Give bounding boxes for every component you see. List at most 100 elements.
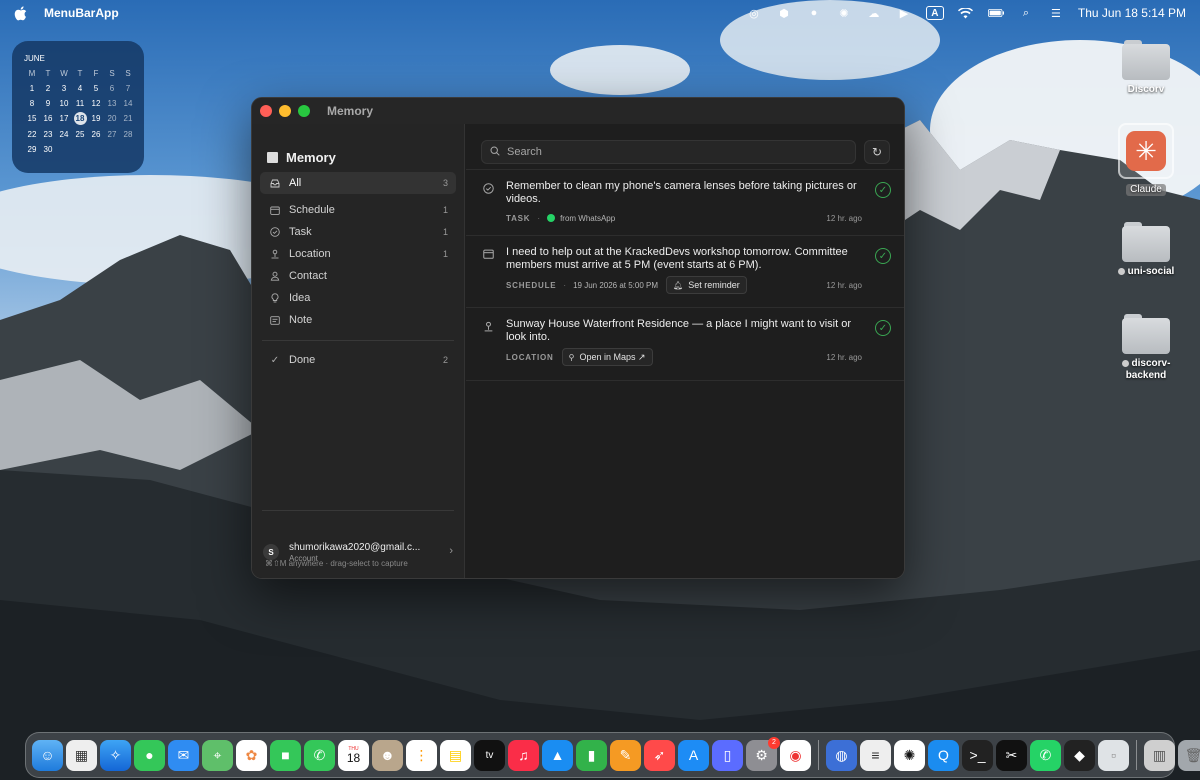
sidebar-item-label: All xyxy=(289,177,302,189)
messages-icon[interactable]: ● xyxy=(134,739,165,771)
whatsapp-app-icon[interactable]: ✆ xyxy=(1030,739,1061,771)
phone-icon[interactable]: ✆ xyxy=(304,739,335,771)
box-app-icon[interactable]: ◆ xyxy=(1064,739,1095,771)
rocket-app-icon[interactable]: ➶ xyxy=(644,739,675,771)
memory-timestamp: 12 hr. ago xyxy=(826,213,862,223)
mark-done-button[interactable]: ✓ xyxy=(875,320,891,336)
input-source-icon[interactable]: A xyxy=(925,6,944,20)
menu-bar-clock[interactable]: Thu Jun 18 5:14 PM xyxy=(1078,6,1186,20)
calendar-day: 23 xyxy=(43,130,53,139)
refresh-button[interactable]: ↻ xyxy=(864,140,890,164)
calendar-day xyxy=(56,144,72,155)
cloud-icon[interactable]: ☁ xyxy=(866,6,882,20)
safari-icon[interactable]: ✧ xyxy=(100,739,131,771)
spotlight-search-icon[interactable]: ⌕ xyxy=(1018,6,1034,20)
textedit-icon[interactable]: ≡ xyxy=(860,739,891,771)
maps-icon[interactable]: ⌖ xyxy=(202,739,233,771)
control-center-icon[interactable]: ☰ xyxy=(1048,6,1064,20)
memory-item[interactable]: Remember to clean my phone's camera lens… xyxy=(466,170,904,236)
brain-icon[interactable]: ◎ xyxy=(746,6,762,20)
folder-icon xyxy=(1122,222,1170,262)
search-box[interactable] xyxy=(481,140,856,164)
calendar-app-day: 18 xyxy=(346,751,361,765)
pin-icon xyxy=(270,249,280,259)
music-icon[interactable]: ♫ xyxy=(508,739,539,771)
trash-icon[interactable]: 🗑︎ xyxy=(1178,739,1200,771)
memory-text: Sunway House Waterfront Residence — a pl… xyxy=(506,318,852,343)
desktop-folder-discorv[interactable]: Discorv xyxy=(1106,40,1186,96)
sidebar-item-location[interactable]: Location 1 xyxy=(260,243,456,265)
app-store-icon[interactable]: A xyxy=(678,739,709,771)
sidebar-item-schedule[interactable]: Schedule 1 xyxy=(260,199,456,221)
apple-tv-icon[interactable]: tv xyxy=(474,739,505,771)
calendar-day: 7 xyxy=(125,84,131,93)
calendar-day: 6 xyxy=(109,84,115,93)
contacts-icon[interactable]: ☻ xyxy=(372,739,403,771)
calendar-app-icon[interactable]: THU 18 xyxy=(338,739,369,771)
grammarly-icon[interactable]: ● xyxy=(806,6,822,20)
system-settings-icon[interactable]: ⚙ 2 xyxy=(746,736,780,771)
battery-icon[interactable] xyxy=(987,6,1004,20)
sidebar-item-all[interactable]: All 3 xyxy=(260,172,456,194)
person-icon xyxy=(270,271,280,281)
sidebar-item-count: 1 xyxy=(442,205,448,215)
sidebar-item-contact[interactable]: Contact xyxy=(260,265,456,287)
desktop-app-claude[interactable]: ✳ Claude xyxy=(1106,123,1186,197)
sidebar-item-idea[interactable]: Idea xyxy=(260,287,456,309)
close-window-button[interactable] xyxy=(260,105,272,117)
pages-icon[interactable]: ✎ xyxy=(610,739,641,771)
chrome-icon[interactable]: ◉ xyxy=(780,739,811,771)
quicktime-icon[interactable]: Q xyxy=(928,739,959,771)
active-app-name[interactable]: MenuBarApp xyxy=(44,6,119,20)
finder-icon[interactable]: ☺ xyxy=(32,739,63,771)
calendar-day: 10 xyxy=(59,99,69,108)
desktop-folder-discorv-backend[interactable]: discorv-backend xyxy=(1106,314,1186,382)
calendar-weekday: T xyxy=(45,69,51,78)
simulator-icon[interactable]: ▯ xyxy=(712,739,743,771)
mark-done-button[interactable]: ✓ xyxy=(875,248,891,264)
launchpad-icon[interactable]: ▦ xyxy=(66,739,97,771)
mark-done-button[interactable]: ✓ xyxy=(875,182,891,198)
dev-tool-icon[interactable]: ◍ xyxy=(826,739,857,771)
photos-icon[interactable]: ✿ xyxy=(236,739,267,771)
open-in-maps-button[interactable]: ⚲ Open in Maps ↗ xyxy=(561,348,653,366)
calendar-widget[interactable]: JUNE M T W T F S S 1 2 3 4 5 6 7 8 9 10 11 12 13 14 15 16 17 18 1… xyxy=(12,41,144,173)
zoom-window-button[interactable] xyxy=(298,105,310,117)
preview-icon[interactable]: ▫ xyxy=(1098,739,1129,771)
sidebar-item-done[interactable]: ✓ Done 2 xyxy=(260,349,456,371)
memory-item[interactable]: I need to help out at the KrackedDevs wo… xyxy=(466,236,904,308)
memory-timestamp: 12 hr. ago xyxy=(826,352,862,362)
calendar-day: 30 xyxy=(43,145,53,154)
memory-text: Remember to clean my phone's camera lens… xyxy=(506,180,857,205)
memory-item[interactable]: Sunway House Waterfront Residence — a pl… xyxy=(466,308,904,381)
play-icon[interactable]: ▶ xyxy=(896,6,912,20)
calendar-day: 24 xyxy=(59,130,69,139)
apple-icon[interactable] xyxy=(14,5,28,21)
sidebar-item-label: Note xyxy=(289,314,313,326)
chatgpt-icon[interactable]: ✺ xyxy=(894,739,925,771)
mail-icon[interactable]: ✉ xyxy=(168,739,199,771)
desktop-folder-uni-social[interactable]: uni-social xyxy=(1106,222,1186,278)
reminders-icon[interactable]: ⋮ xyxy=(406,739,437,771)
numbers-icon[interactable]: ▮ xyxy=(576,739,607,771)
cube-icon[interactable]: ⬢ xyxy=(776,6,792,20)
facetime-icon[interactable]: ■ xyxy=(270,739,301,771)
set-reminder-button[interactable]: 🔔︎ Set reminder xyxy=(666,276,747,294)
sidebar-item-task[interactable]: Task 1 xyxy=(260,221,456,243)
desktop-item-label: uni-social xyxy=(1127,266,1175,277)
keynote-icon[interactable]: ▲ xyxy=(542,739,573,771)
wifi-icon[interactable] xyxy=(958,6,974,20)
minimize-window-button[interactable] xyxy=(279,105,291,117)
downloads-stack-icon[interactable]: ▥ xyxy=(1144,739,1175,771)
search-input[interactable] xyxy=(507,146,807,158)
memory-source: from WhatsApp xyxy=(560,213,616,223)
chevron-right-icon: › xyxy=(449,545,453,557)
check-circle-icon xyxy=(270,227,280,237)
openai-icon[interactable]: ✺ xyxy=(836,6,852,20)
window-titlebar[interactable]: Memory xyxy=(252,98,904,124)
sidebar-item-label: Done xyxy=(289,354,316,366)
capcut-icon[interactable]: ✂ xyxy=(996,739,1027,771)
sidebar-item-note[interactable]: Note xyxy=(260,309,456,331)
notes-icon[interactable]: ▤ xyxy=(440,739,471,771)
terminal-icon[interactable]: >_ xyxy=(962,739,993,771)
